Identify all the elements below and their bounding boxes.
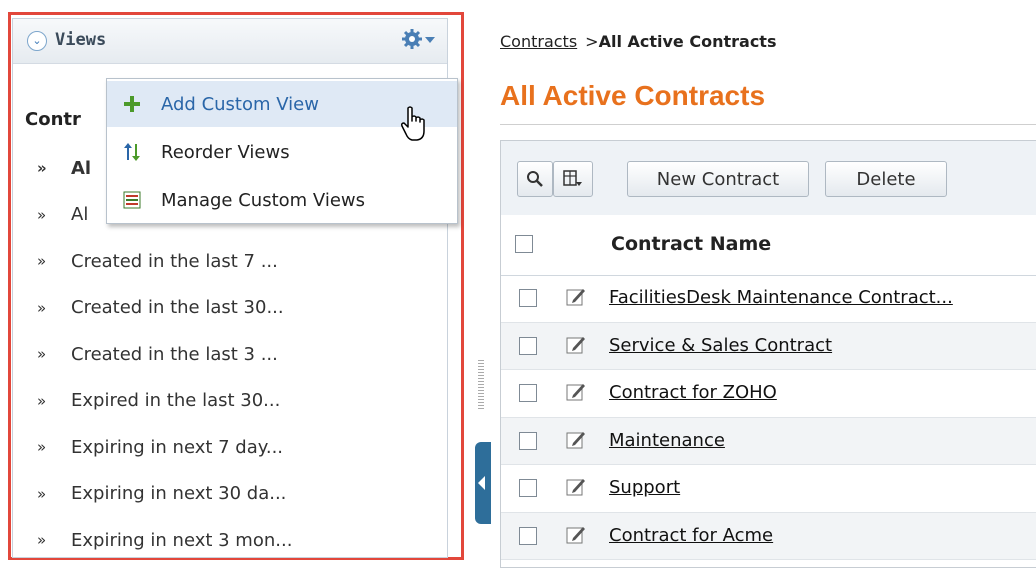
panel-splitter-handle[interactable] [478,360,484,410]
view-item[interactable]: » Expired in the last 30... [37,378,292,425]
delete-button[interactable]: Delete [825,161,947,197]
breadcrumb-separator: > [585,32,599,51]
hand-pointer-icon [401,106,425,141]
chevron-right-icon: » [37,438,47,457]
edit-icon[interactable] [565,524,587,546]
table-row: Maintenance [501,417,1036,465]
views-title: Views [55,30,107,50]
chevron-right-icon: » [37,484,47,503]
edit-icon[interactable] [565,476,587,498]
view-item-label: Al [71,204,89,226]
contracts-grid: New Contract Delete Contract Name Facili… [500,140,1036,568]
contract-name-link[interactable]: Contract for ZOHO [609,382,777,403]
list-icon [121,189,143,211]
column-header-contract-name[interactable]: Contract Name [611,233,771,255]
edit-icon[interactable] [565,429,587,451]
edit-icon[interactable] [565,334,587,356]
collapse-panel-tab[interactable] [475,442,491,524]
collapse-views-button[interactable]: ⌄ [27,31,47,51]
contract-name-link[interactable]: Support [609,477,680,498]
chevron-right-icon: » [37,345,47,364]
grid-toolbar: New Contract Delete [501,141,1036,216]
views-section-title: Contr [25,109,81,130]
chevron-right-icon: » [37,391,47,410]
table-row: Service & Sales Contract [501,322,1036,370]
view-item-label: Expired in the last 30... [71,390,281,412]
view-item-label: Created in the last 30... [71,297,284,319]
view-item[interactable]: » Created in the last 7 ... [37,238,292,285]
reorder-arrows-icon [121,141,143,163]
view-item-label: Created in the last 7 ... [71,250,278,272]
view-item-label: Created in the last 3 ... [71,343,278,365]
row-checkbox[interactable] [519,289,537,307]
search-button[interactable] [517,161,553,197]
table-header: Contract Name [501,215,1036,276]
view-item[interactable]: » Expiring in next 3 mon... [37,517,292,564]
view-item[interactable]: » Expiring in next 7 day... [37,424,292,471]
chevron-right-icon: » [37,531,47,550]
title-divider [500,124,1036,125]
row-checkbox[interactable] [519,384,537,402]
menu-item-label: Add Custom View [161,93,319,115]
breadcrumb: Contracts >All Active Contracts [500,32,776,51]
view-item[interactable]: » Expiring in next 30 da... [37,471,292,518]
gear-icon[interactable] [401,28,423,50]
chevron-right-icon: » [37,205,47,224]
contract-name-link[interactable]: FacilitiesDesk Maintenance Contract... [609,287,953,308]
views-options-menu: Add Custom View Reorder Views Manage Cus… [106,78,458,224]
table-row: FacilitiesDesk Maintenance Contract... [501,275,1036,323]
columns-icon [563,170,582,186]
plus-icon [121,93,143,115]
column-chooser-button[interactable] [553,161,593,197]
menu-item-label: Reorder Views [161,141,290,163]
page-title: All Active Contracts [500,80,766,111]
chevron-right-icon: » [37,252,47,271]
row-checkbox[interactable] [519,526,537,545]
view-item-label: Expiring in next 7 day... [71,436,284,458]
contract-name-link[interactable]: Service & Sales Contract [609,335,832,356]
view-item-label: Expiring in next 3 mon... [71,529,293,551]
menu-item-label: Manage Custom Views [161,189,365,211]
table-row: Contract for Acme [501,512,1036,560]
row-checkbox[interactable] [519,431,537,450]
view-item-label: Expiring in next 30 da... [71,483,287,505]
edit-icon[interactable] [565,286,587,308]
view-item[interactable]: » Created in the last 3 ... [37,331,292,378]
contract-name-link[interactable]: Contract for Acme [609,525,773,546]
gear-dropdown-caret-icon[interactable] [425,37,435,43]
select-all-checkbox[interactable] [515,235,533,253]
breadcrumb-link-contracts[interactable]: Contracts [500,32,577,51]
views-header: ⌄ Views [13,19,447,64]
chevron-right-icon: » [37,159,47,178]
view-item[interactable]: » Created in the last 30... [37,285,292,332]
breadcrumb-current: All Active Contracts [598,32,777,51]
chevron-right-icon: » [37,298,47,317]
edit-icon[interactable] [565,381,587,403]
view-item-label: Al [71,157,92,179]
search-icon [527,171,543,187]
table-body: FacilitiesDesk Maintenance Contract... S… [501,275,1036,560]
row-checkbox[interactable] [519,336,537,355]
row-checkbox[interactable] [519,479,537,497]
table-row: Contract for ZOHO [501,370,1036,418]
table-row: Support [501,465,1036,513]
contract-name-link[interactable]: Maintenance [609,430,725,451]
new-contract-button[interactable]: New Contract [627,161,809,197]
menu-item-manage-custom-views[interactable]: Manage Custom Views [107,177,457,223]
